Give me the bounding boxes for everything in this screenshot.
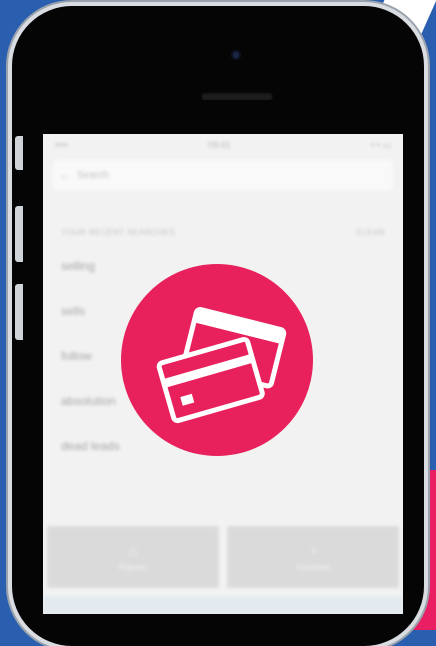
footer-strip [43, 596, 403, 614]
recent-searches-header: YOUR RECENT SEARCHES CLEAR [43, 194, 403, 247]
home-icon: ⌂ [128, 542, 138, 559]
tab-favorites[interactable]: ◔ Favorites [227, 526, 399, 588]
tab-label: Popular [119, 562, 147, 572]
user-icon: ◔ [308, 542, 318, 559]
tab-popular[interactable]: ⌂ Popular [47, 526, 219, 588]
volume-up-button [15, 206, 23, 262]
status-bar: •••• 09:41 • • ▭ [43, 134, 403, 156]
search-input[interactable]: Search [77, 170, 109, 181]
payment-badge [121, 264, 313, 456]
signal-indicator: •••• [55, 140, 68, 150]
bottom-tab-bar: ⌂ Popular ◔ Favorites [43, 526, 403, 588]
clear-button[interactable]: CLEAR [356, 228, 385, 237]
earpiece-speaker [201, 92, 273, 100]
tab-label: Favorites [296, 562, 330, 572]
front-camera [231, 50, 241, 60]
recent-searches-title: YOUR RECENT SEARCHES [61, 228, 176, 237]
back-arrow-icon[interactable]: ← [53, 168, 77, 182]
battery-indicator: • • ▭ [371, 139, 391, 150]
search-bar[interactable]: ← Search [53, 160, 393, 190]
mute-switch [15, 136, 23, 170]
credit-cards-icon [156, 307, 287, 424]
volume-down-button [15, 284, 23, 340]
clock: 09:41 [208, 140, 231, 150]
